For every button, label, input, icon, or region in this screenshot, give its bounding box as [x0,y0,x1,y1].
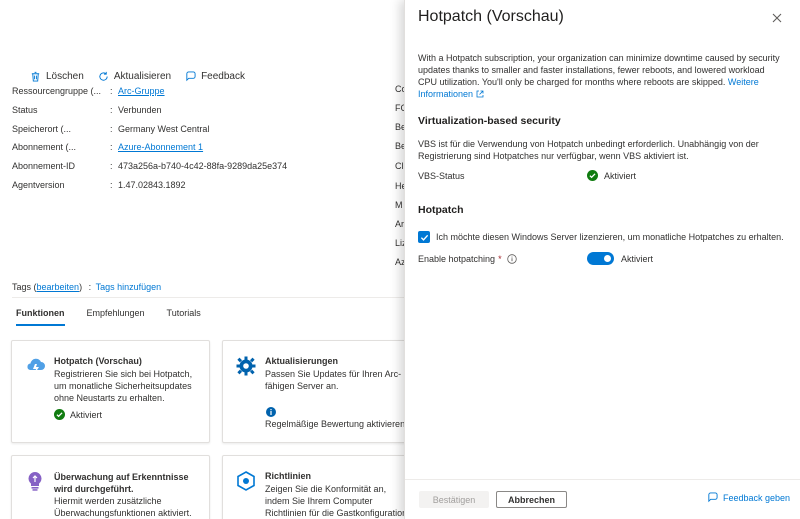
delete-button[interactable]: Löschen [30,71,84,82]
property-key-truncated: Cl [395,161,404,171]
feedback-button[interactable]: Feedback [185,71,245,82]
license-checkbox-label: Ich möchte diesen Windows Server lizenzi… [436,232,784,242]
feedback-icon [186,71,196,82]
external-link-icon [476,90,483,98]
tags-label: Tags ( [12,282,37,292]
hotpatch-card[interactable]: Hotpatch (Vorschau) Registrieren Sie sic… [11,340,210,443]
give-feedback-link[interactable]: Feedback geben [707,492,790,503]
hotpatch-flyout-panel: Hotpatch (Vorschau) With a Hotpatch subs… [404,0,800,519]
subscription-link[interactable]: Azure-Abonnement 1 [118,142,203,152]
property-key: Agentversion [12,180,65,190]
refresh-icon [99,71,108,81]
intro-text: With a Hotpatch subscription, your organ… [418,53,780,87]
close-icon [772,13,782,23]
property-key: Abonnement-ID [12,161,76,171]
footer-divider [405,479,800,480]
card-description: Passen Sie Updates für Ihren Arc-fähigen… [265,369,402,391]
property-key-truncated: Ar [395,219,404,229]
monitoring-card[interactable]: Überwachung auf Erkenntnisse wird durchg… [11,455,210,519]
license-checkbox-row[interactable]: Ich möchte diesen Windows Server lizenzi… [418,231,784,243]
trash-icon [31,71,40,82]
card-status-text: Aktiviert [70,409,103,420]
divider [12,297,404,298]
tab-tutorials[interactable]: Tutorials [167,308,201,326]
hotpatch-heading: Hotpatch [418,204,464,216]
card-description: Hiermit werden zusätzliche Überwachungsf… [54,496,192,518]
feedback-icon [708,492,718,503]
vbs-status-value: Aktiviert [604,170,637,181]
tags-edit-link[interactable]: bearbeiten [37,282,80,292]
give-feedback-label: Feedback geben [723,492,791,503]
card-title: Hotpatch (Vorschau) [54,356,142,366]
command-bar: Löschen Aktualisieren Feedback [30,71,245,82]
info-icon[interactable] [506,254,517,264]
check-circle-icon [54,409,65,420]
property-value: Verbunden [118,105,162,115]
property-key: Status [12,105,38,115]
updates-card[interactable]: Aktualisierungen Passen Sie Updates für … [222,340,422,443]
enable-hotpatching-toggle-row: Aktiviert [587,252,653,265]
cloud-lightning-icon [27,358,45,373]
close-button[interactable] [769,10,785,26]
policy-icon [237,471,255,491]
enable-periodic-assessment-link[interactable]: Regelmäßige Bewertung aktivieren [265,419,405,429]
tab-functions[interactable]: Funktionen [16,308,65,326]
info-icon [266,407,276,417]
tab-recommendations[interactable]: Empfehlungen [87,308,145,326]
tags-row: Tags (bearbeiten) : Tags hinzufügen [12,282,162,292]
vbs-status-label: VBS-Status [418,171,465,181]
resource-group-link[interactable]: Arc-Gruppe [118,86,165,96]
property-key: Ressourcengruppe (... [12,86,102,96]
enable-hotpatching-toggle[interactable] [587,252,614,265]
refresh-label: Aktualisieren [113,71,172,82]
property-row-subscription: Abonnement (... : Azure-Abonnement 1 [12,142,204,152]
vbs-status: Aktiviert [587,170,636,181]
property-value: 1.47.02843.1892 [118,180,186,190]
card-title: Überwachung auf Erkenntnisse wird durchg… [54,472,189,494]
delete-label: Löschen [46,71,84,82]
property-key: Speicherort (... [12,124,72,134]
property-key: Abonnement (... [12,142,77,152]
tab-bar: Funktionen Empfehlungen Tutorials [16,308,201,326]
card-description: Registrieren Sie sich bei Hotpatch, um m… [54,369,193,403]
property-row-resource-group: Ressourcengruppe (... : Arc-Gruppe [12,86,165,96]
panel-intro: With a Hotpatch subscription, your organ… [418,52,783,100]
property-row-agent-version: Agentversion : 1.47.02843.1892 [12,180,186,190]
confirm-button[interactable]: Bestätigen [419,491,489,508]
lightbulb-icon [28,472,42,491]
property-row-subscription-id: Abonnement-ID : 473a256a-b740-4c42-88fa-… [12,161,288,171]
card-status: Aktiviert [54,409,102,420]
checkmark-icon [420,234,428,241]
add-tags-link[interactable]: Tags hinzufügen [96,282,162,292]
gear-icon [236,356,256,376]
vbs-heading: Virtualization-based security [418,115,561,127]
policies-card[interactable]: Richtlinien Zeigen Sie die Konformität a… [222,455,422,519]
toggle-state-label: Aktiviert [621,253,654,264]
required-mark: * [498,254,502,264]
card-description: Zeigen Sie die Konformität an, indem Sie… [265,484,408,518]
property-value: Germany West Central [118,124,210,134]
panel-title: Hotpatch (Vorschau) [418,8,564,25]
card-title: Richtlinien [265,471,312,481]
screen: Löschen Aktualisieren Feedback Ressource… [0,0,800,519]
property-row-status: Status : Verbunden [12,105,162,115]
license-checkbox[interactable] [418,231,430,243]
check-circle-icon [587,170,598,181]
feedback-label: Feedback [201,71,245,82]
property-value: 473a256a-b740-4c42-88fa-9289da25e374 [118,161,288,171]
vbs-description: VBS ist für die Verwendung von Hotpatch … [418,139,759,161]
property-row-location: Speicherort (... : Germany West Central [12,124,210,134]
enable-hotpatching-label: Enable hotpatching [418,254,496,264]
cancel-button[interactable]: Abbrechen [496,491,567,508]
enable-hotpatching-label-row: Enable hotpatching * [418,254,517,264]
refresh-button[interactable]: Aktualisieren [98,71,171,82]
card-title: Aktualisierungen [265,356,339,366]
property-key-truncated: M [395,200,403,210]
